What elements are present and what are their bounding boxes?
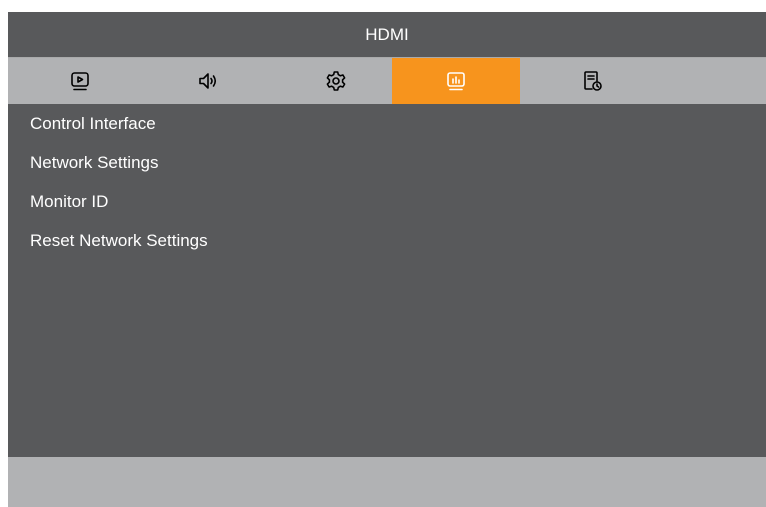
tab-bar	[8, 58, 766, 104]
osd-menu: HDMI Control Interface Network Settings …	[8, 12, 766, 507]
tab-setup[interactable]	[272, 58, 400, 104]
tab-picture[interactable]	[16, 58, 144, 104]
menu-list: Control Interface Network Settings Monit…	[30, 113, 208, 269]
speaker-icon	[199, 73, 217, 89]
menu-panel: Control Interface Network Settings Monit…	[8, 104, 766, 457]
gear-icon	[326, 71, 346, 91]
monitor-chart-icon	[447, 72, 465, 91]
tab-audio[interactable]	[144, 58, 272, 104]
menu-item-reset-network-settings[interactable]: Reset Network Settings	[30, 230, 208, 269]
document-clock-icon	[584, 71, 602, 91]
footer-bar	[8, 457, 766, 507]
title-bar: HDMI	[8, 12, 766, 58]
picture-icon	[71, 72, 89, 91]
tab-schedule[interactable]	[528, 58, 656, 104]
menu-item-control-interface[interactable]: Control Interface	[30, 113, 208, 152]
menu-item-monitor-id[interactable]: Monitor ID	[30, 191, 208, 230]
tab-network[interactable]	[392, 58, 520, 104]
page-title: HDMI	[365, 24, 409, 44]
menu-item-network-settings[interactable]: Network Settings	[30, 152, 208, 191]
